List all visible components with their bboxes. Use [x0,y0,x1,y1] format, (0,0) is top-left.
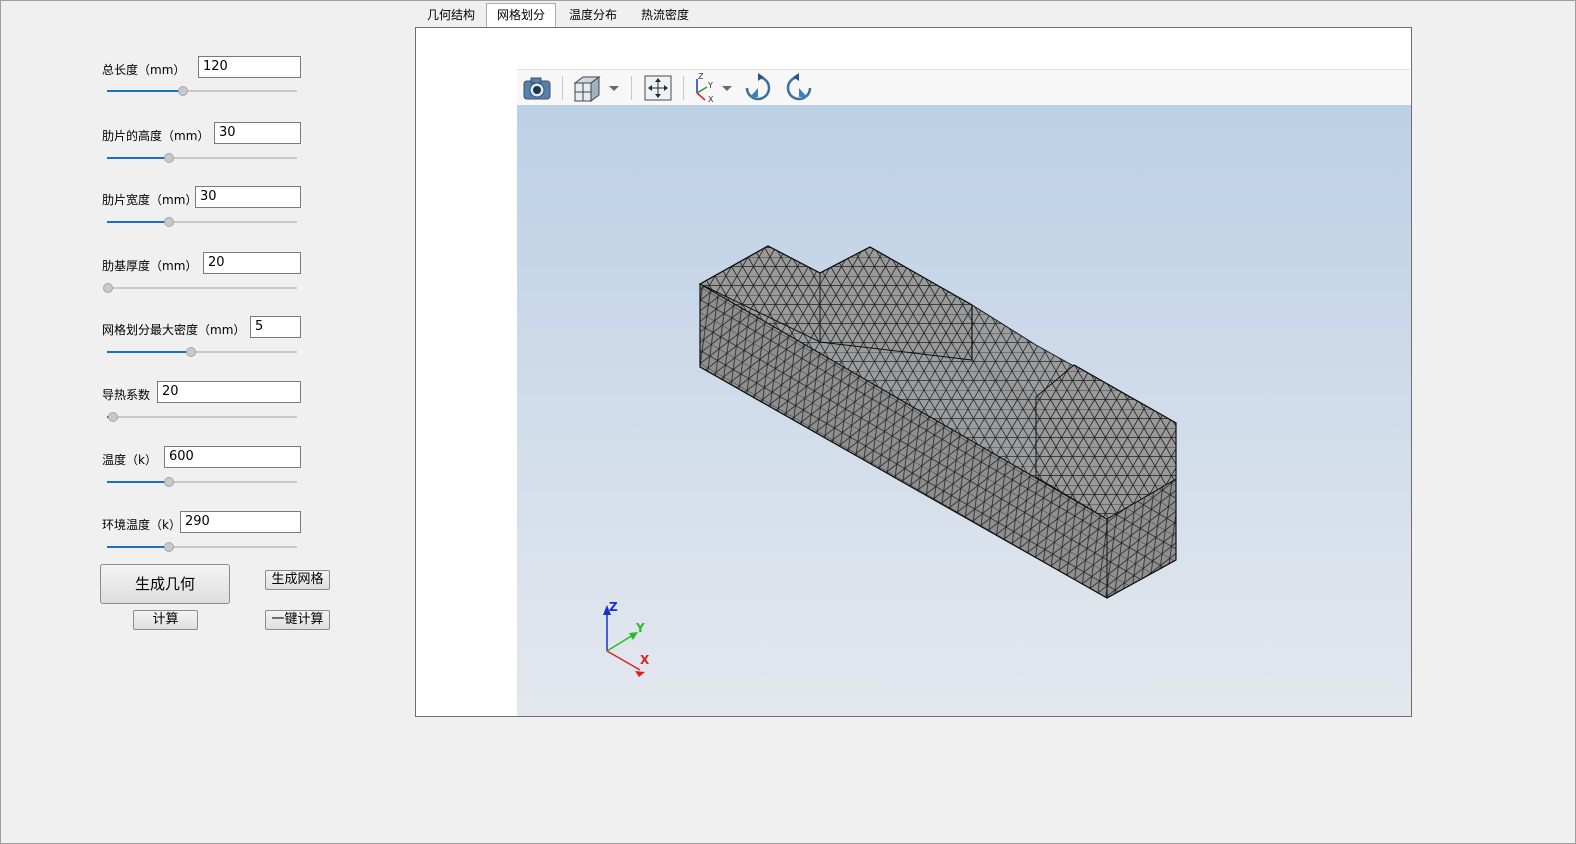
dropdown-arrow-icon[interactable] [720,73,734,103]
mesh-density-label: 网格划分最大密度（mm） [102,323,246,337]
svg-text:Y: Y [707,81,713,90]
total-length-field[interactable]: 120 [198,56,301,78]
tab-geometry[interactable]: 几何结构 [417,4,485,27]
total-length-slider[interactable] [107,85,297,97]
fin-height-label: 肋片的高度（mm） [102,129,210,143]
tab-heat-flux[interactable]: 热流密度 [631,4,699,27]
rotate-counterclockwise-icon[interactable] [783,73,815,103]
total-length-label: 总长度（mm） [102,63,186,77]
fin-height-slider[interactable] [107,152,297,164]
conductivity-label: 导热系数 [102,388,151,402]
axis-z-label: Z [609,600,618,614]
viewer-toolbar: Z Y X [517,69,1410,106]
tab-mesh[interactable]: 网格划分 [486,3,557,28]
base-thickness-label: 肋基厚度（mm） [102,259,198,273]
camera-icon[interactable] [521,73,553,103]
svg-text:Z: Z [698,73,704,81]
fin-width-slider[interactable] [107,216,297,228]
ambient-temperature-label: 环境温度（k） [102,518,181,532]
base-thickness-field[interactable]: 20 [203,252,301,274]
fin-width-label: 肋片宽度（mm） [102,193,198,207]
mesh-density-field[interactable]: 5 [250,316,301,338]
base-thickness-slider[interactable] [103,282,297,294]
mesh-density-slider[interactable] [107,346,297,358]
finned-block-mesh: Z Y X [603,245,1177,677]
fin-height-field[interactable]: 30 [214,122,301,144]
fit-view-icon[interactable] [642,73,674,103]
mesh-viewer-panel: Z Y X Z Y X [415,27,1412,717]
axis-triad: Z Y X [603,600,650,677]
generate-geometry-button[interactable]: 生成几何 [100,564,230,604]
mesh-render-canvas[interactable]: Z Y X [517,105,1411,716]
ambient-temperature-slider[interactable] [107,541,297,553]
conductivity-slider[interactable] [107,411,297,423]
rotate-clockwise-icon[interactable] [742,73,774,103]
temperature-slider[interactable] [107,476,297,488]
dropdown-arrow-icon[interactable] [607,73,621,103]
ambient-temperature-field[interactable]: 290 [180,511,301,533]
axis-x-label: X [640,653,650,667]
tab-temperature[interactable]: 温度分布 [559,4,627,27]
axis-y-label: Y [635,621,645,635]
temperature-label: 温度（k） [102,453,157,467]
generate-mesh-button[interactable]: 生成网格 [265,570,330,590]
temperature-field[interactable]: 600 [164,446,301,468]
svg-text:X: X [708,95,714,103]
one-click-compute-button[interactable]: 一键计算 [265,610,330,630]
compute-button[interactable]: 计算 [133,610,198,630]
fin-width-field[interactable]: 30 [195,186,301,208]
view-cube-icon[interactable] [571,73,603,103]
conductivity-field[interactable]: 20 [157,381,301,403]
main-window: 总长度（mm） 120 肋片的高度（mm） 30 肋片宽度（mm） 30 肋基厚… [0,0,1576,844]
axes-orientation-icon[interactable]: Z Y X [689,72,717,104]
